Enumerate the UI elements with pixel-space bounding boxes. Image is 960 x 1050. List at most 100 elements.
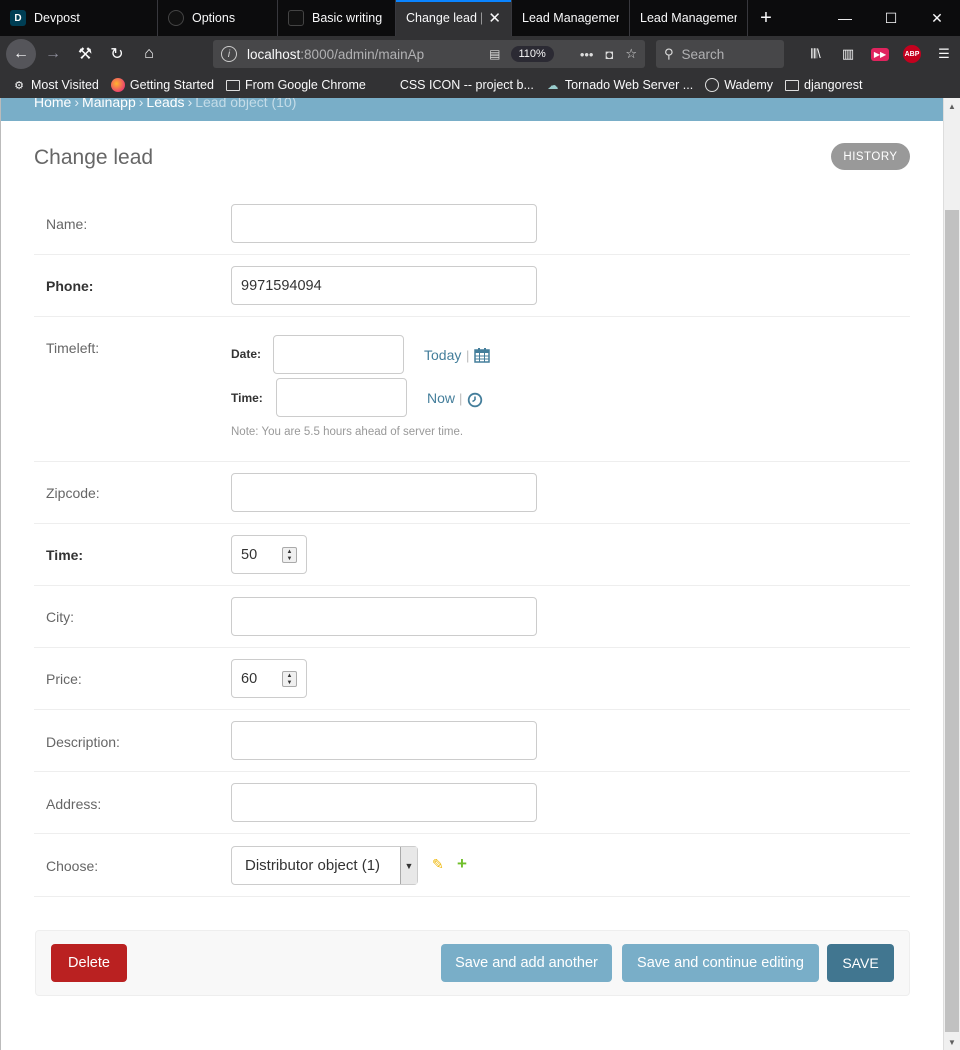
delete-button[interactable]: Delete bbox=[51, 944, 127, 982]
name-input[interactable] bbox=[231, 204, 537, 243]
forward-arrow-icon[interactable]: → bbox=[38, 39, 68, 69]
bookmark-label: Wademy bbox=[724, 78, 774, 92]
breadcrumb-separator: › bbox=[74, 98, 80, 110]
close-tab-icon[interactable]: ✕ bbox=[488, 9, 501, 27]
bookmark-getting-started[interactable]: Getting Started bbox=[110, 78, 214, 92]
address-label: Address: bbox=[46, 796, 102, 812]
clock-icon[interactable] bbox=[467, 392, 483, 408]
tab-lead-management-2[interactable]: Lead Managemen bbox=[630, 0, 748, 36]
zipcode-input[interactable] bbox=[231, 473, 537, 512]
edit-pencil-icon[interactable]: ✎ bbox=[432, 856, 444, 873]
scroll-up-arrow-icon[interactable]: ▲ bbox=[944, 98, 960, 114]
now-link[interactable]: Now bbox=[427, 390, 455, 406]
tab-title: Lead Managemen bbox=[522, 11, 619, 25]
breadcrumb-app[interactable]: Mainapp bbox=[82, 98, 136, 110]
address-input[interactable] bbox=[231, 783, 537, 822]
wrench-icon[interactable]: ⚒ bbox=[70, 39, 100, 69]
tab-basic-writing[interactable]: Basic writing a bbox=[278, 0, 396, 36]
home-icon[interactable]: ⌂ bbox=[134, 39, 164, 69]
bookmark-most-visited[interactable]: ⚙ Most Visited bbox=[12, 78, 99, 92]
firefox-icon bbox=[110, 78, 125, 92]
close-window-icon[interactable]: ✕ bbox=[914, 0, 960, 36]
save-button[interactable]: SAVE bbox=[827, 944, 894, 982]
menu-hamburger-icon[interactable]: ☰ bbox=[928, 36, 960, 72]
zoom-level[interactable]: 110% bbox=[510, 46, 554, 62]
bookmark-tornado[interactable]: ☁ Tornado Web Server ... bbox=[546, 78, 693, 92]
url-path: :8000/admin/mainAp bbox=[300, 46, 425, 62]
browser-tab-bar: D Devpost Options Basic writing a Change… bbox=[0, 0, 960, 36]
url-host: localhost bbox=[247, 46, 301, 62]
save-and-continue-button[interactable]: Save and continue editing bbox=[622, 944, 819, 982]
page-scrollbar[interactable]: ▲ ▼ bbox=[943, 98, 960, 1050]
url-text[interactable]: localhost:8000/admin/mainAp bbox=[247, 47, 481, 62]
chevron-down-icon[interactable]: ▼ bbox=[400, 847, 417, 884]
github-favicon-icon bbox=[168, 10, 184, 26]
page-actions-icon[interactable]: ••• bbox=[580, 47, 594, 62]
bookmark-wademy[interactable]: Wademy bbox=[705, 78, 773, 92]
scrollbar-thumb[interactable] bbox=[945, 210, 959, 1032]
tab-title: Basic writing a bbox=[312, 11, 385, 25]
folder-icon bbox=[225, 79, 240, 91]
url-bar[interactable]: i localhost:8000/admin/mainAp ▤ 110% •••… bbox=[213, 40, 645, 68]
window-controls: — ☐ ✕ bbox=[822, 0, 960, 36]
date-input[interactable] bbox=[273, 335, 404, 374]
sidebar-icon[interactable]: ▥ bbox=[832, 36, 864, 72]
page-favicon-icon bbox=[288, 10, 304, 26]
bookmark-css-icon[interactable]: CSS ICON -- project b... bbox=[400, 78, 534, 92]
form-row-description: Description: bbox=[34, 710, 910, 772]
bookmark-label: Getting Started bbox=[129, 78, 214, 92]
reader-view-icon[interactable]: ▤ bbox=[489, 47, 500, 61]
reload-icon[interactable]: ↻ bbox=[102, 39, 132, 69]
submit-row: Delete Save and add another Save and con… bbox=[35, 930, 910, 996]
pocket-icon[interactable]: ◘ bbox=[605, 47, 613, 62]
time-label: Time: bbox=[231, 391, 263, 405]
minimize-icon[interactable]: — bbox=[822, 0, 868, 36]
breadcrumb-model[interactable]: Leads bbox=[146, 98, 184, 110]
bookmark-label: From Google Chrome bbox=[244, 78, 366, 92]
today-link[interactable]: Today bbox=[424, 347, 461, 363]
tab-title: Options bbox=[192, 11, 236, 25]
form-row-price: Price: 60 ▲ ▼ bbox=[34, 648, 910, 710]
description-input[interactable] bbox=[231, 721, 537, 760]
phone-input[interactable]: 9971594094 bbox=[231, 266, 537, 305]
search-icon: ⚲ bbox=[664, 46, 674, 61]
bookmark-from-google-chrome[interactable]: From Google Chrome bbox=[225, 78, 366, 92]
breadcrumb-home[interactable]: Home bbox=[34, 98, 71, 110]
history-button[interactable]: HISTORY bbox=[831, 143, 910, 170]
price-number-input[interactable]: 60 ▲ ▼ bbox=[231, 659, 307, 698]
site-info-icon[interactable]: i bbox=[221, 46, 237, 62]
search-bar[interactable]: ⚲ Search bbox=[656, 40, 784, 68]
description-label: Description: bbox=[46, 734, 120, 750]
calendar-icon[interactable] bbox=[474, 347, 490, 363]
bookmarks-toolbar: ⚙ Most Visited Getting Started From Googl… bbox=[0, 72, 960, 98]
tab-options[interactable]: Options bbox=[158, 0, 278, 36]
choose-selected-value: Distributor object (1) bbox=[245, 857, 381, 874]
time-number-input[interactable]: 50 ▲ ▼ bbox=[231, 535, 307, 574]
gear-icon: ⚙ bbox=[14, 79, 24, 92]
new-tab-plus-icon[interactable]: + bbox=[748, 0, 784, 36]
choose-label: Choose: bbox=[46, 858, 99, 874]
tab-change-lead[interactable]: Change lead | D ✕ bbox=[396, 0, 512, 36]
add-plus-icon[interactable]: + bbox=[457, 854, 467, 874]
form-row-city: City: bbox=[34, 586, 910, 648]
time-shortcut-separator: | bbox=[459, 391, 463, 406]
number-spinner-icon[interactable]: ▲ ▼ bbox=[282, 547, 297, 563]
number-spinner-icon[interactable]: ▲ ▼ bbox=[282, 671, 297, 687]
bookmark-djangorest[interactable]: djangorest bbox=[785, 78, 862, 92]
scroll-down-arrow-icon[interactable]: ▼ bbox=[944, 1034, 960, 1050]
adblock-plus-icon[interactable]: ABP bbox=[896, 36, 928, 72]
time-input[interactable] bbox=[276, 378, 407, 417]
save-and-add-another-button[interactable]: Save and add another bbox=[441, 944, 612, 982]
tab-devpost[interactable]: D Devpost bbox=[0, 0, 158, 36]
back-arrow-icon[interactable]: ← bbox=[6, 39, 36, 69]
tab-title: Devpost bbox=[34, 11, 80, 25]
maximize-icon[interactable]: ☐ bbox=[868, 0, 914, 36]
navigation-toolbar: ← → ⚒ ↻ ⌂ i localhost:8000/admin/mainAp … bbox=[0, 36, 960, 72]
choose-select[interactable]: Distributor object (1) ▼ bbox=[231, 846, 418, 885]
youtube-extension-icon[interactable]: ▶▶ bbox=[864, 36, 896, 72]
tab-lead-management-1[interactable]: Lead Managemen bbox=[512, 0, 630, 36]
city-input[interactable] bbox=[231, 597, 537, 636]
library-icon[interactable]: 𝄃𝄃\ bbox=[800, 36, 832, 72]
page-content: Home › Mainapp › Leads › Lead object (10) Chan… bbox=[0, 98, 943, 1050]
bookmark-star-icon[interactable]: ☆ bbox=[625, 46, 637, 62]
